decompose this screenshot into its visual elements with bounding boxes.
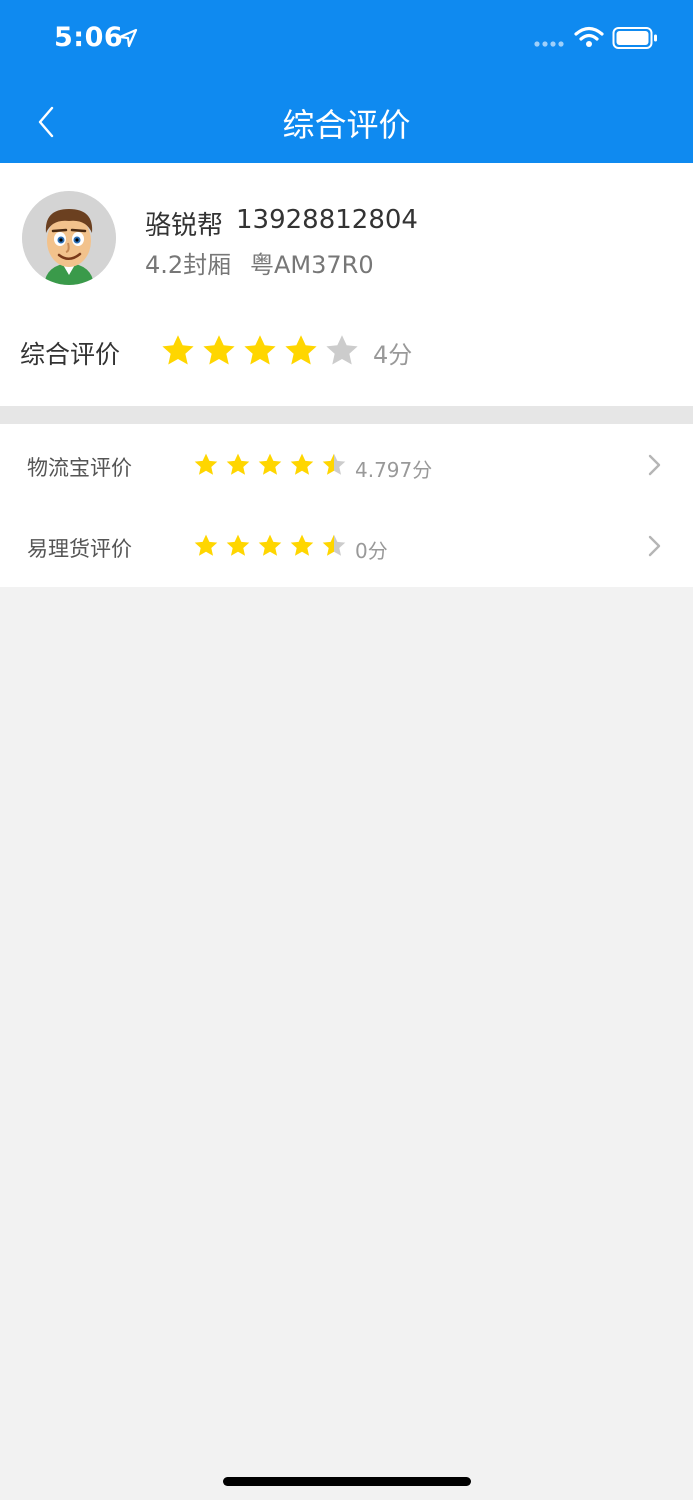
star-filled-icon xyxy=(194,534,218,556)
avatar xyxy=(22,191,116,285)
vehicle-type: 4.2封厢 xyxy=(145,251,232,279)
star-filled-icon xyxy=(244,335,276,365)
star-filled-icon xyxy=(290,534,314,556)
rating-row-label: 物流宝评价 xyxy=(27,456,132,480)
top-bar: 5:06 综合评价 xyxy=(0,0,693,163)
star-rating xyxy=(193,452,347,478)
rating-score: 0分 xyxy=(355,539,388,563)
star-filled-icon xyxy=(203,335,235,365)
overall-star-rating xyxy=(160,333,360,369)
star-filled-icon xyxy=(258,453,282,475)
driver-avatar-image xyxy=(22,191,116,285)
star-filled-icon xyxy=(194,453,218,475)
driver-phone: 13928812804 xyxy=(236,205,418,235)
home-indicator xyxy=(223,1477,471,1486)
platform-ratings-list: 物流宝评价 4.797分 易理货评价 0分 xyxy=(0,424,693,587)
wifi-icon xyxy=(574,26,604,47)
license-plate: 粤AM37R0 xyxy=(250,251,374,279)
status-time: 5:06 xyxy=(54,22,124,53)
section-divider xyxy=(0,406,693,424)
rating-row-label: 易理货评价 xyxy=(27,537,132,561)
page-title: 综合评价 xyxy=(282,106,411,144)
star-filled-icon xyxy=(226,453,250,475)
star-filled-icon xyxy=(162,335,194,365)
star-rating xyxy=(193,533,347,559)
star-filled-icon xyxy=(285,335,317,365)
overall-score: 4分 xyxy=(373,341,413,369)
star-empty-icon xyxy=(326,335,358,365)
cellular-signal-icon xyxy=(534,41,564,47)
star-half-icon xyxy=(322,453,346,475)
rating-score: 4.797分 xyxy=(355,458,433,482)
driver-name: 骆锐帮 xyxy=(145,211,224,241)
driver-profile-card: 骆锐帮 13928812804 4.2封厢 粤AM37R0 综合评价 4分 xyxy=(0,163,693,406)
overall-rating-label: 综合评价 xyxy=(20,340,121,369)
rating-row-yilihuo[interactable]: 易理货评价 0分 xyxy=(0,505,693,586)
rating-row-wuliubao[interactable]: 物流宝评价 4.797分 xyxy=(0,424,693,505)
battery-icon xyxy=(612,27,657,49)
star-half-icon xyxy=(322,534,346,556)
chevron-right-icon xyxy=(648,454,661,476)
location-arrow-icon xyxy=(118,28,138,48)
star-filled-icon xyxy=(258,534,282,556)
chevron-right-icon xyxy=(648,535,661,557)
star-filled-icon xyxy=(290,453,314,475)
star-filled-icon xyxy=(226,534,250,556)
